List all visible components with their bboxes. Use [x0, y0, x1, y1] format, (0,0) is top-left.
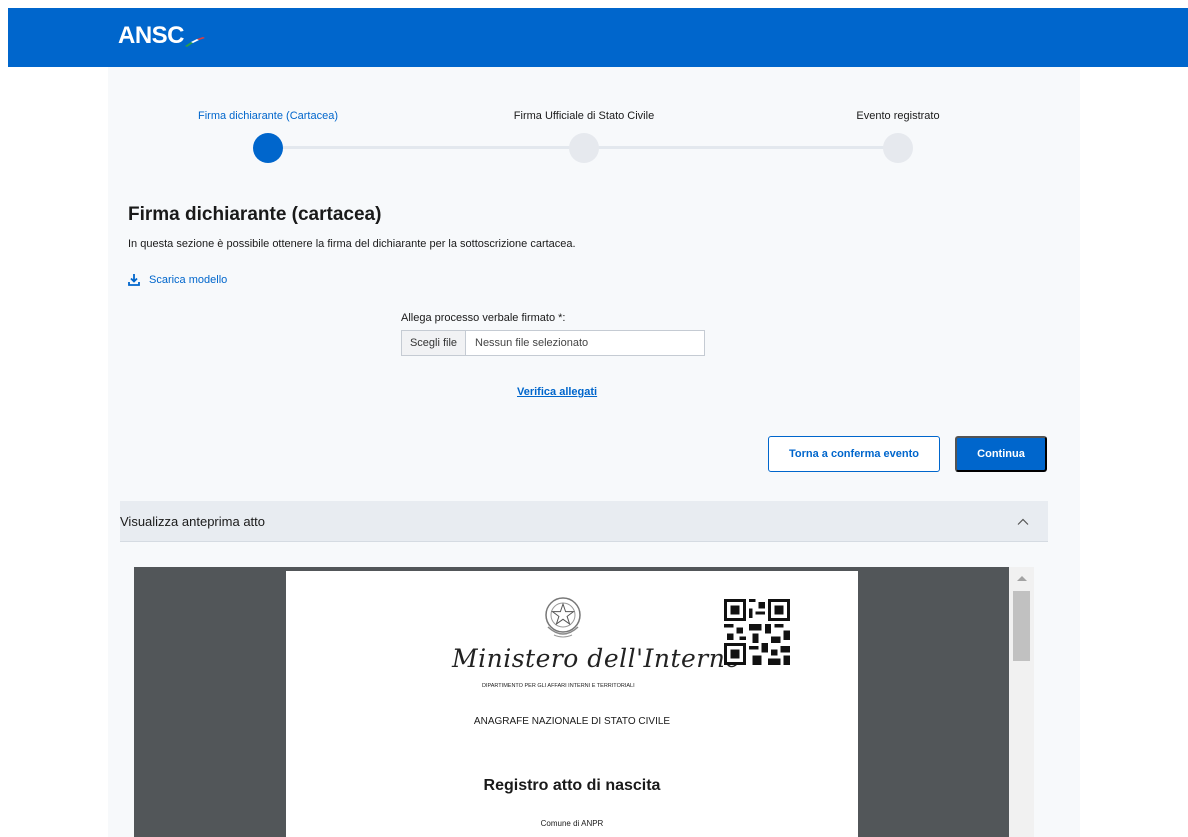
progress-stepper: Firma dichiarante (Cartacea) Firma Uffic…	[108, 104, 1080, 164]
step-3-indicator	[883, 133, 913, 163]
scroll-up-arrow-icon[interactable]	[1017, 576, 1027, 581]
chevron-up-icon[interactable]	[1016, 515, 1030, 529]
department-name: DIPARTIMENTO PER GLI AFFARI INTERNI E TE…	[482, 683, 635, 689]
preview-accordion-header[interactable]: Visualizza anteprima atto	[120, 501, 1048, 542]
download-template-label: Scarica modello	[149, 274, 228, 286]
choose-file-button[interactable]: Scegli file	[402, 331, 466, 355]
italian-flag-swoosh-icon	[185, 37, 206, 47]
ministry-name: Ministero dell'Interno	[452, 644, 741, 673]
scroll-thumb[interactable]	[1013, 591, 1030, 661]
back-to-confirm-button[interactable]: Torna a conferma evento	[768, 436, 940, 472]
pdf-page: Ministero dell'Interno DIPARTIMENTO PER …	[286, 571, 858, 837]
download-template-link[interactable]: Scarica modello	[128, 274, 227, 286]
logo-text: ANSC	[118, 22, 185, 49]
step-2-indicator	[569, 133, 599, 163]
app-header: ANSC	[8, 8, 1188, 67]
page: ANSC Firma dichiarante (Cartacea) Firma …	[0, 0, 1188, 837]
qr-code-icon	[724, 599, 790, 665]
upload-label: Allega processo verbale firmato *:	[401, 312, 566, 324]
pdf-viewer[interactable]: Ministero dell'Interno DIPARTIMENTO PER …	[134, 567, 1034, 837]
document-title: Registro atto di nascita	[483, 777, 661, 794]
ansc-logo[interactable]: ANSC	[118, 22, 206, 50]
file-upload-input[interactable]: Scegli file Nessun file selezionato	[401, 330, 705, 356]
step-1-label: Firma dichiarante (Cartacea)	[198, 110, 338, 122]
continue-button[interactable]: Continua	[955, 436, 1047, 472]
step-2-label: Firma Ufficiale di Stato Civile	[513, 110, 655, 122]
file-status-text: Nessun file selezionato	[475, 337, 589, 349]
section-description: In questa sezione è possibile ottenere l…	[128, 238, 576, 250]
pdf-scrollbar[interactable]	[1009, 567, 1034, 837]
step-1-indicator	[253, 133, 283, 163]
italian-republic-emblem-icon	[545, 597, 581, 638]
verify-attachments-link[interactable]: Verifica allegati	[517, 386, 597, 398]
section-title: Firma dichiarante (cartacea)	[128, 204, 382, 225]
left-gutter	[0, 0, 8, 837]
download-icon	[128, 274, 140, 286]
preview-accordion-title: Visualizza anteprima atto	[120, 514, 266, 529]
step-3-label: Evento registrato	[856, 110, 940, 122]
municipality-name: Comune di ANPR	[540, 819, 604, 828]
registry-name: ANAGRAFE NAZIONALE DI STATO CIVILE	[473, 716, 671, 727]
